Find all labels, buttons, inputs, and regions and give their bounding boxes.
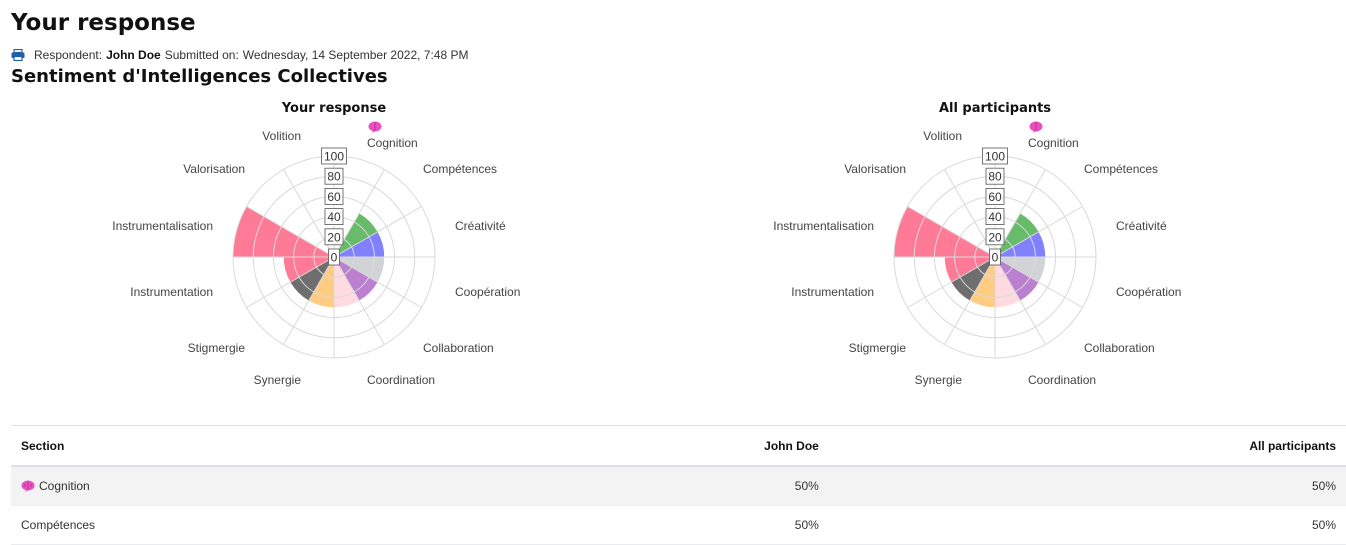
- category-label: Coopération: [455, 285, 520, 299]
- respondent-name: John Doe: [106, 48, 161, 62]
- page-title: Your response: [11, 10, 196, 36]
- tick-label: 0: [992, 251, 999, 265]
- tick-label: 100: [985, 150, 1005, 164]
- respondent-score: 50%: [466, 466, 829, 506]
- category-label: Volition: [262, 129, 301, 143]
- submitted-date: Wednesday, 14 September 2022, 7:48 PM: [242, 48, 469, 62]
- category-label: Synergie: [254, 373, 302, 387]
- category-label: Instrumentalisation: [112, 219, 213, 233]
- category-label: Coordination: [367, 373, 435, 387]
- print-icon[interactable]: [11, 49, 25, 61]
- category-label: Instrumentalisation: [773, 219, 874, 233]
- category-label: Coordination: [1028, 373, 1096, 387]
- all-participants-score: 50%: [828, 466, 1346, 506]
- table-row: Cognition 50% 50%: [11, 466, 1346, 506]
- category-label: Volition: [923, 129, 962, 143]
- category-label: Créativité: [1116, 219, 1167, 233]
- tick-label: 100: [324, 150, 344, 164]
- col-header-section: Section: [11, 425, 467, 467]
- table-header-row: Section John Doe All participants: [11, 425, 1346, 467]
- category-label: Stigmergie: [188, 341, 246, 355]
- tick-label: 80: [327, 170, 341, 184]
- brain-icon: [21, 480, 35, 492]
- your-response-chart: Your response 0 20 40 60 80 100 Cognition Compét…: [54, 92, 614, 402]
- category-label: Cognition: [1028, 136, 1079, 150]
- category-label: Instrumentation: [130, 285, 213, 299]
- tick-label: 40: [988, 210, 1002, 224]
- category-label: Valorisation: [844, 162, 906, 176]
- tick-label: 20: [988, 230, 1002, 244]
- submitted-label: Submitted on:: [164, 48, 239, 62]
- category-label: Instrumentation: [791, 285, 874, 299]
- category-label: Coopération: [1116, 285, 1181, 299]
- tick-label: 20: [327, 230, 341, 244]
- category-label: Compétences: [423, 162, 497, 176]
- category-label: Synergie: [915, 373, 963, 387]
- category-label: Valorisation: [183, 162, 245, 176]
- tick-label: 60: [988, 190, 1002, 204]
- col-header-respondent: John Doe: [466, 425, 829, 467]
- category-label: Collaboration: [423, 341, 494, 355]
- tick-label: 40: [327, 210, 341, 224]
- tick-label: 80: [988, 170, 1002, 184]
- response-table: Section John Doe All participants Cognit…: [11, 425, 1346, 545]
- section-cell: Cognition: [11, 466, 467, 506]
- category-label: Compétences: [1084, 162, 1158, 176]
- all-participants-polar-chart: All participants 0 20 40 60 80 100 Cognition Com…: [773, 101, 1181, 387]
- category-label: Collaboration: [1084, 341, 1155, 355]
- brain-icon: [1029, 121, 1043, 133]
- section-name: Compétences: [21, 518, 96, 532]
- category-label: Cognition: [367, 136, 418, 150]
- col-header-all-participants: All participants: [828, 425, 1346, 467]
- chart-title: All participants: [939, 101, 1051, 116]
- section-name: Cognition: [39, 479, 90, 493]
- tick-label: 0: [331, 251, 338, 265]
- your-response-polar-chart: Your response 0 20 40 60 80 100 Cognition Compét…: [112, 101, 520, 387]
- tick-label: 60: [327, 190, 341, 204]
- brain-icon: [368, 121, 382, 133]
- chart-title: Your response: [281, 101, 387, 116]
- section-title: Sentiment d'Intelligences Collectives: [11, 66, 388, 87]
- response-meta: Respondent: John Doe Submitted on: Wedne…: [11, 48, 468, 62]
- respondent-label: Respondent:: [34, 48, 103, 62]
- category-label: Créativité: [455, 219, 506, 233]
- all-participants-chart: All participants 0 20 40 60 80 100 Cognition Com…: [715, 92, 1275, 402]
- category-label: Stigmergie: [849, 341, 907, 355]
